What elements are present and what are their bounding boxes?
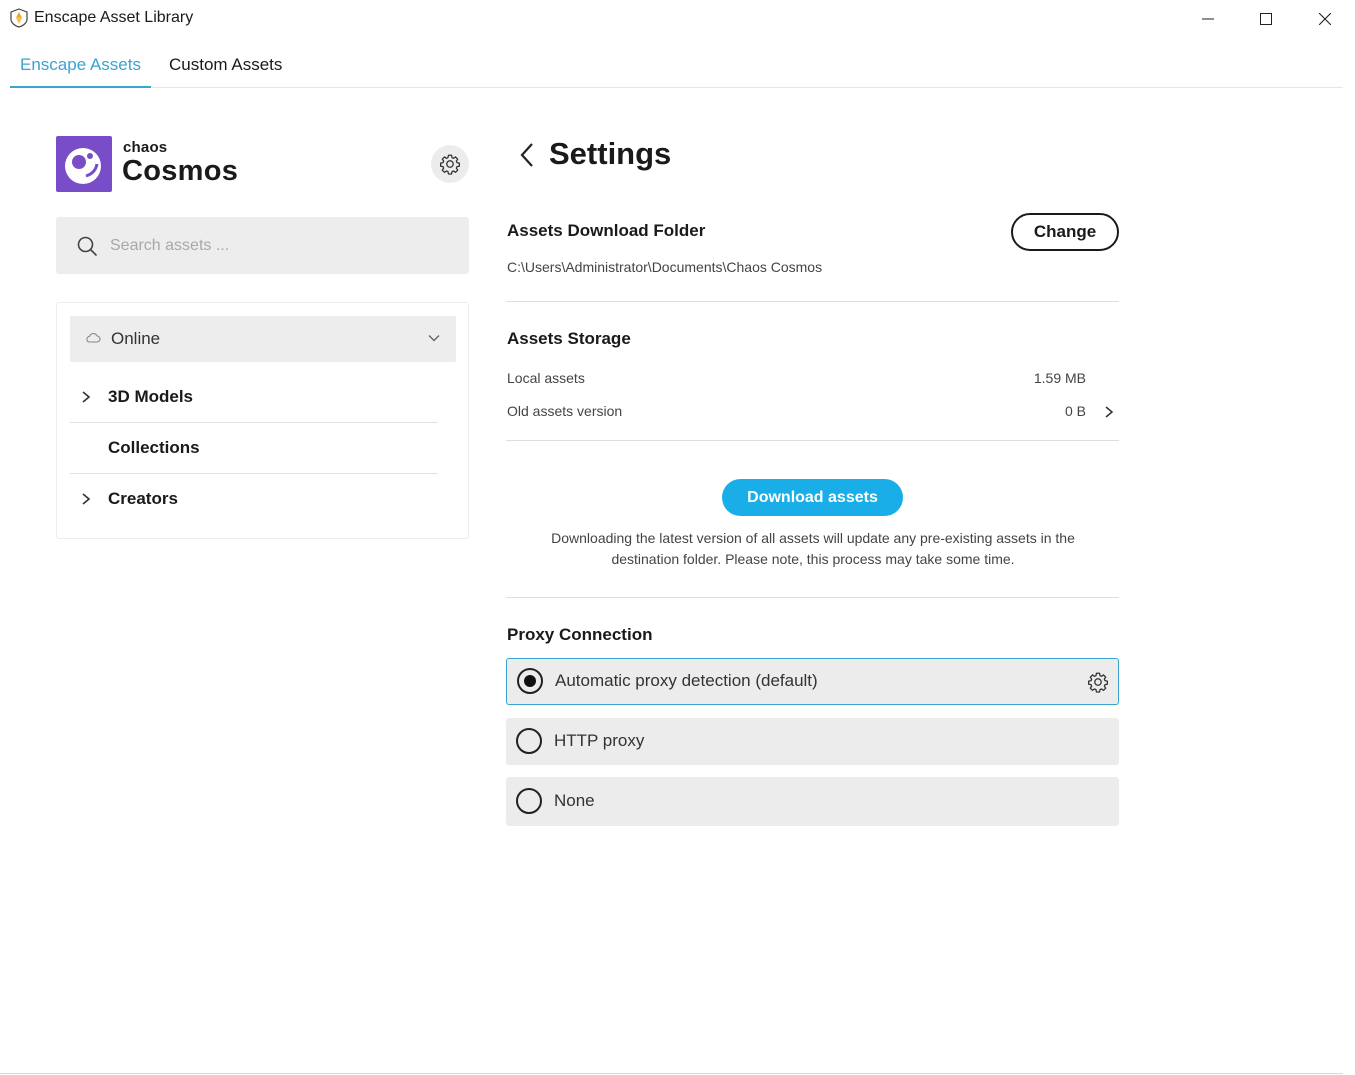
back-button[interactable]	[512, 140, 542, 170]
proxy-heading: Proxy Connection	[507, 625, 653, 644]
proxy-settings-gear-icon[interactable]	[1087, 671, 1109, 698]
download-note: Downloading the latest version of all as…	[551, 530, 1075, 567]
chaos-cosmos-logo-icon	[56, 136, 112, 192]
window-bottom-border	[0, 1073, 1343, 1074]
brand-large-text: Cosmos	[122, 155, 239, 187]
chevron-right-icon	[80, 492, 92, 511]
nav-item-3d-models[interactable]: 3D Models	[70, 373, 438, 423]
source-dropdown-value: Online	[111, 329, 161, 348]
tab-custom-assets[interactable]: Custom Assets	[159, 50, 292, 88]
minimize-icon	[1202, 18, 1214, 20]
navigation-card: Online 3D Models Collections Creators	[56, 302, 469, 539]
gear-icon	[440, 154, 460, 175]
chevron-right-icon[interactable]	[1101, 404, 1117, 420]
title-bar: Enscape Asset Library	[0, 0, 1355, 38]
radio-button[interactable]	[516, 788, 542, 814]
app-logo-icon	[9, 8, 29, 28]
settings-button[interactable]	[431, 145, 469, 183]
proxy-option-label: HTTP proxy	[554, 731, 645, 750]
search-box	[56, 217, 469, 274]
search-icon	[76, 235, 98, 262]
close-icon	[1319, 13, 1331, 25]
divider	[506, 597, 1119, 598]
main-tabs: Enscape Assets Custom Assets	[10, 50, 1343, 88]
change-folder-button[interactable]: Change	[1011, 213, 1119, 251]
nav-item-label: Creators	[108, 489, 178, 508]
radio-button[interactable]	[516, 728, 542, 754]
cloud-icon	[85, 331, 101, 350]
search-input[interactable]	[110, 233, 450, 259]
maximize-button[interactable]	[1243, 4, 1289, 34]
local-assets-value: 1.59 MB	[1033, 370, 1086, 386]
minimize-button[interactable]	[1185, 4, 1231, 34]
page-title: Settings	[549, 136, 672, 171]
window-title: Enscape Asset Library	[34, 9, 194, 26]
tab-enscape-assets[interactable]: Enscape Assets	[10, 50, 151, 88]
local-assets-label: Local assets	[507, 370, 585, 386]
radio-button-checked[interactable]	[517, 668, 543, 694]
chevron-left-icon	[520, 143, 533, 167]
proxy-option-label: Automatic proxy detection (default)	[555, 671, 818, 690]
proxy-option-http[interactable]: HTTP proxy	[506, 718, 1119, 765]
nav-item-label: Collections	[108, 438, 200, 457]
old-assets-value: 0 B	[1064, 403, 1086, 419]
nav-item-collections[interactable]: Collections	[70, 424, 438, 474]
divider	[506, 440, 1119, 441]
assets-storage-heading: Assets Storage	[507, 329, 631, 348]
brand-small-text: chaos	[123, 139, 168, 156]
chevron-down-icon	[427, 331, 441, 350]
old-assets-label: Old assets version	[507, 403, 623, 419]
download-folder-path: C:\Users\Administrator\Documents\Chaos C…	[507, 259, 823, 275]
proxy-option-label: None	[554, 791, 595, 810]
download-folder-heading: Assets Download Folder	[507, 221, 706, 240]
divider	[506, 301, 1119, 302]
maximize-icon	[1260, 13, 1272, 25]
chevron-right-icon	[80, 390, 92, 409]
close-button[interactable]	[1302, 4, 1348, 34]
proxy-option-none[interactable]: None	[506, 777, 1119, 826]
download-assets-button[interactable]: Download assets	[722, 479, 903, 516]
proxy-option-automatic[interactable]: Automatic proxy detection (default)	[506, 658, 1119, 705]
nav-item-creators[interactable]: Creators	[70, 475, 438, 525]
nav-item-label: 3D Models	[108, 387, 194, 406]
source-dropdown[interactable]: Online	[70, 316, 456, 362]
